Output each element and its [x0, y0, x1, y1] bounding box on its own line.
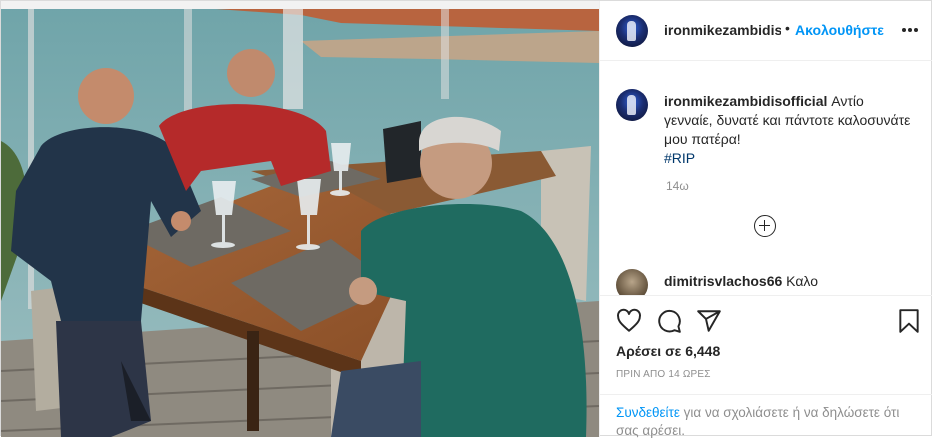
photo-illustration: [1, 1, 599, 437]
bookmark-icon[interactable]: [896, 308, 922, 334]
caption-avatar[interactable]: [616, 89, 648, 121]
comment-text: Καλο: [786, 273, 819, 289]
follow-button[interactable]: Ακολουθήστε: [795, 22, 884, 38]
login-prompt-text: Συνδεθείτε για να σχολιάσετε ή να δηλώσε…: [616, 404, 916, 440]
comment-username[interactable]: dimitrisvlachos66: [664, 273, 782, 289]
caption: ironmikezambidisofficial Αντίο γενναίε, …: [664, 92, 914, 168]
post-date[interactable]: ΠΡΙΝ ΑΠΟ 14 ΩΡΕΣ: [616, 369, 711, 380]
plus-circle-icon[interactable]: [754, 215, 776, 237]
post-actions: Αρέσει σε 6,448 ΠΡΙΝ ΑΠΟ 14 ΩΡΕΣ Συνδεθε…: [600, 295, 932, 438]
likes-count[interactable]: Αρέσει σε 6,448: [616, 343, 720, 359]
author-username[interactable]: ironmikezambidisofficial: [664, 22, 781, 38]
instagram-post: ironmikezambidisofficial • Ακολουθήστε i…: [0, 0, 932, 438]
more-options-icon[interactable]: [902, 28, 918, 32]
comments-area[interactable]: ironmikezambidisofficial Αντίο γενναίε, …: [600, 61, 932, 295]
comment-item: dimitrisvlachos66 Καλο: [664, 273, 818, 289]
comment-icon[interactable]: [656, 308, 682, 334]
heart-icon[interactable]: [616, 308, 642, 334]
post-photo[interactable]: [1, 1, 599, 437]
share-icon[interactable]: [696, 308, 722, 334]
commenter-avatar[interactable]: [616, 269, 648, 295]
author-avatar[interactable]: [616, 15, 648, 47]
header-separator: •: [785, 20, 790, 36]
caption-timestamp[interactable]: 14ω: [666, 179, 689, 193]
login-prompt: Συνδεθείτε για να σχολιάσετε ή να δηλώσε…: [600, 394, 932, 438]
post-side-panel: ironmikezambidisofficial • Ακολουθήστε i…: [599, 1, 932, 438]
login-link[interactable]: Συνδεθείτε: [616, 405, 680, 420]
caption-hashtag[interactable]: #RIP: [664, 150, 695, 166]
post-header: ironmikezambidisofficial • Ακολουθήστε: [600, 1, 932, 61]
caption-username[interactable]: ironmikezambidisofficial: [664, 93, 827, 109]
